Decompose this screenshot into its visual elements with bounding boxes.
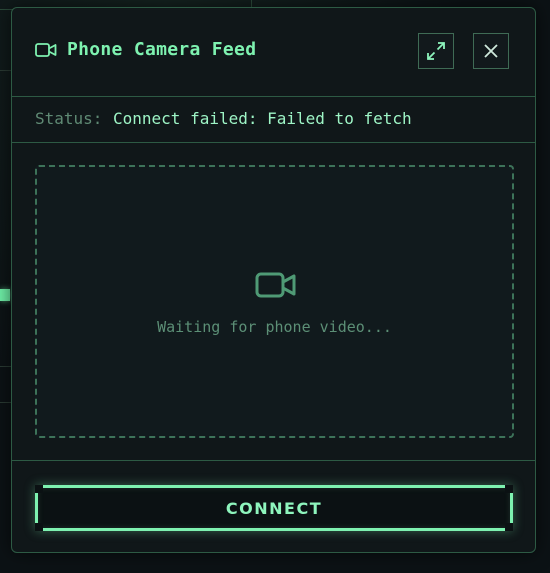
button-corner bbox=[505, 485, 513, 493]
button-corner bbox=[35, 523, 43, 531]
background-indicator bbox=[0, 289, 10, 301]
expand-button[interactable] bbox=[418, 33, 454, 69]
button-corner bbox=[35, 485, 43, 493]
close-button[interactable] bbox=[473, 33, 509, 69]
panel-title: Phone Camera Feed bbox=[67, 39, 257, 60]
video-feed-area: Waiting for phone video... bbox=[35, 165, 514, 438]
panel-footer: CONNECT bbox=[12, 460, 535, 552]
button-corner bbox=[505, 523, 513, 531]
status-message: Connect failed: Failed to fetch bbox=[113, 109, 412, 128]
video-camera-icon bbox=[255, 272, 296, 298]
status-label: Status: bbox=[35, 109, 103, 128]
connect-button-label: CONNECT bbox=[225, 498, 323, 518]
close-icon bbox=[484, 44, 498, 58]
status-bar: Status: Connect failed: Failed to fetch bbox=[12, 97, 535, 143]
video-camera-icon bbox=[35, 43, 57, 57]
phone-camera-panel: Phone Camera Feed Status: Connect failed… bbox=[11, 7, 536, 553]
expand-icon bbox=[427, 42, 445, 60]
connect-button[interactable]: CONNECT bbox=[35, 485, 513, 531]
video-placeholder-text: Waiting for phone video... bbox=[157, 318, 392, 336]
panel-header: Phone Camera Feed bbox=[12, 8, 535, 97]
